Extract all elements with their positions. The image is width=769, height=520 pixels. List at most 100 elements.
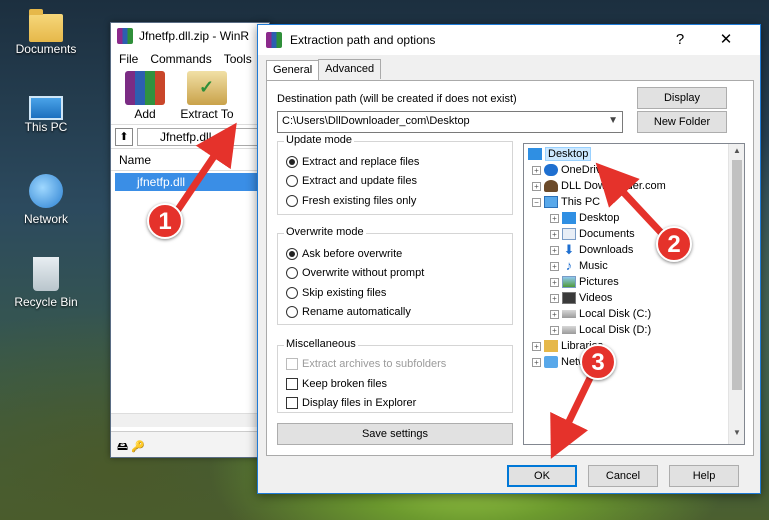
desktop-icon-network[interactable]: Network bbox=[8, 174, 84, 226]
expand-icon[interactable]: + bbox=[532, 165, 541, 175]
tree-item-videos[interactable]: + Videos bbox=[550, 290, 612, 306]
option-label: Extract archives to subfolders bbox=[302, 358, 447, 370]
menu-commands[interactable]: Commands bbox=[150, 52, 211, 66]
tree-item-pictures[interactable]: + Pictures bbox=[550, 274, 619, 290]
folder-tree[interactable]: Desktop + OneDrive + DLL Downloader.com … bbox=[523, 143, 745, 445]
miscellaneous-group: Miscellaneous Extract archives to subfol… bbox=[277, 338, 513, 413]
cancel-button[interactable]: Cancel bbox=[588, 465, 658, 487]
close-icon[interactable]: ✕ bbox=[704, 25, 748, 55]
scroll-up-icon[interactable]: ▲ bbox=[729, 146, 744, 160]
network-icon bbox=[544, 356, 558, 368]
extraction-dialog: Extraction path and options ? ✕ General … bbox=[257, 24, 761, 494]
horizontal-scrollbar[interactable] bbox=[111, 413, 269, 427]
tree-item-this-pc[interactable]: − This PC bbox=[532, 194, 600, 210]
drive-icon bbox=[562, 326, 576, 334]
option-label: Display files in Explorer bbox=[302, 397, 417, 409]
extract-to-button[interactable]: Extract To bbox=[179, 71, 235, 122]
menu-file[interactable]: File bbox=[119, 52, 138, 66]
desktop-icon-label: Documents bbox=[15, 42, 77, 56]
display-button[interactable]: Display bbox=[637, 87, 727, 109]
new-folder-button[interactable]: New Folder bbox=[637, 111, 727, 133]
tab-advanced[interactable]: Advanced bbox=[318, 59, 382, 79]
tree-label: DLL Downloader.com bbox=[561, 180, 666, 192]
winrar-window: Jfnetfp.dll.zip - WinR File Commands Too… bbox=[110, 22, 270, 458]
desktop-icon-recycle-bin[interactable]: Recycle Bin bbox=[8, 257, 84, 309]
scrollbar-thumb[interactable] bbox=[732, 160, 742, 390]
winrar-titlebar[interactable]: Jfnetfp.dll.zip - WinR bbox=[111, 23, 269, 49]
address-bar: ⬆ Jfnetfp.dll.zi bbox=[111, 125, 269, 149]
tree-label: Local Disk (D:) bbox=[579, 324, 652, 336]
radio-extract-and-replace[interactable]: Extract and replace files bbox=[286, 156, 419, 168]
expand-icon[interactable]: + bbox=[532, 181, 541, 191]
tree-item-documents[interactable]: + Documents bbox=[550, 226, 635, 242]
checkbox-keep-broken-files[interactable]: Keep broken files bbox=[286, 378, 387, 390]
destination-path-input[interactable]: C:\Users\DllDownloader_com\Desktop ▼ bbox=[277, 111, 623, 133]
dialog-titlebar[interactable]: Extraction path and options ? ✕ bbox=[258, 25, 760, 55]
option-label: Skip existing files bbox=[302, 287, 387, 299]
tree-item-local-disk-c[interactable]: + Local Disk (C:) bbox=[550, 306, 651, 322]
radio-indicator bbox=[286, 156, 298, 168]
ok-button[interactable]: OK bbox=[507, 465, 577, 487]
checkbox-indicator bbox=[286, 397, 298, 409]
destination-path-label: Destination path (will be created if doe… bbox=[277, 93, 517, 105]
tree-label: Local Disk (C:) bbox=[579, 308, 652, 320]
expand-icon[interactable]: + bbox=[550, 213, 559, 223]
file-list-item[interactable]: jfnetfp.dll bbox=[115, 173, 265, 191]
step-marker-1: 1 bbox=[147, 203, 183, 239]
desktop-folder-icon bbox=[528, 148, 542, 160]
option-label: Ask before overwrite bbox=[302, 248, 403, 260]
expand-icon[interactable]: + bbox=[532, 357, 541, 367]
tree-label: Documents bbox=[579, 228, 635, 240]
add-button[interactable]: Add bbox=[117, 71, 173, 122]
desktop-icon-documents[interactable]: Documents bbox=[8, 9, 84, 56]
radio-indicator bbox=[286, 175, 298, 187]
radio-skip-existing[interactable]: Skip existing files bbox=[286, 287, 386, 299]
user-icon bbox=[544, 180, 558, 192]
tree-item-onedrive[interactable]: + OneDrive bbox=[532, 162, 607, 178]
expand-icon[interactable]: + bbox=[532, 341, 541, 351]
tab-general[interactable]: General bbox=[266, 60, 320, 80]
winrar-title: Jfnetfp.dll.zip - WinR bbox=[139, 29, 250, 43]
radio-indicator bbox=[286, 306, 298, 318]
expand-icon[interactable]: + bbox=[550, 261, 559, 271]
radio-fresh-existing[interactable]: Fresh existing files only bbox=[286, 195, 416, 207]
tree-label: Downloads bbox=[579, 244, 634, 256]
menu-tools[interactable]: Tools bbox=[224, 52, 252, 66]
option-label: Keep broken files bbox=[302, 378, 387, 390]
help-button[interactable]: Help bbox=[669, 465, 739, 487]
checkbox-display-in-explorer[interactable]: Display files in Explorer bbox=[286, 397, 416, 409]
radio-ask-before-overwrite[interactable]: Ask before overwrite bbox=[286, 248, 402, 260]
save-settings-button[interactable]: Save settings bbox=[277, 423, 513, 445]
tree-item-pc-desktop[interactable]: + Desktop bbox=[550, 210, 619, 226]
tree-item-local-disk-d[interactable]: + Local Disk (D:) bbox=[550, 322, 651, 338]
expand-icon[interactable]: + bbox=[550, 245, 559, 255]
up-folder-button[interactable]: ⬆ bbox=[115, 127, 133, 146]
radio-overwrite-without-prompt[interactable]: Overwrite without prompt bbox=[286, 267, 424, 279]
column-header-name[interactable]: Name bbox=[111, 149, 269, 171]
tree-item-music[interactable]: + ♪ Music bbox=[550, 258, 608, 274]
collapse-icon[interactable]: − bbox=[532, 197, 541, 207]
expand-icon[interactable]: + bbox=[550, 293, 559, 303]
tree-item-desktop[interactable]: Desktop bbox=[528, 146, 592, 162]
expand-icon[interactable]: + bbox=[550, 325, 559, 335]
expand-icon[interactable]: + bbox=[550, 277, 559, 287]
help-titlebar-button[interactable]: ? bbox=[658, 25, 702, 55]
expand-icon[interactable]: + bbox=[550, 229, 559, 239]
expand-icon[interactable]: + bbox=[550, 309, 559, 319]
download-arrow-icon: ⬇ bbox=[563, 242, 575, 257]
desktop-folder-icon bbox=[562, 212, 576, 224]
scroll-down-icon[interactable]: ▼ bbox=[729, 428, 744, 442]
tree-item-downloads[interactable]: + ⬇ Downloads bbox=[550, 242, 633, 258]
tree-scrollbar[interactable]: ▲ ▼ bbox=[728, 144, 744, 444]
chevron-down-icon[interactable]: ▼ bbox=[608, 115, 618, 126]
tree-item-user[interactable]: + DLL Downloader.com bbox=[532, 178, 666, 194]
documents-icon bbox=[562, 228, 576, 240]
winrar-app-icon bbox=[117, 28, 133, 44]
desktop-icon-this-pc[interactable]: This PC bbox=[8, 92, 84, 134]
radio-extract-and-update[interactable]: Extract and update files bbox=[286, 175, 417, 187]
checkbox-extract-to-subfolders[interactable]: Extract archives to subfolders bbox=[286, 358, 446, 370]
radio-rename-automatically[interactable]: Rename automatically bbox=[286, 306, 411, 318]
archive-path-field[interactable]: Jfnetfp.dll.zi bbox=[137, 127, 265, 146]
winrar-menubar: File Commands Tools bbox=[111, 49, 269, 69]
option-label: Overwrite without prompt bbox=[302, 267, 425, 279]
